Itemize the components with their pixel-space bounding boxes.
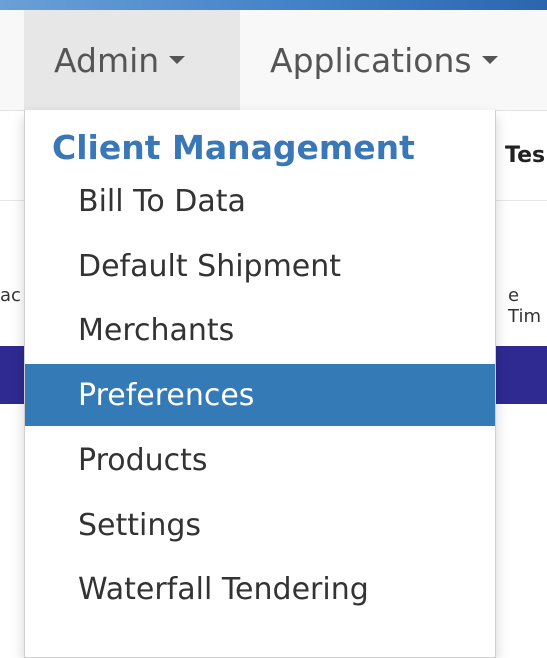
background-text-fragment-right: e Tim	[508, 285, 541, 327]
nav-applications-label: Applications	[270, 40, 472, 80]
background-text-fragment-left: ac	[0, 285, 21, 306]
menu-item-label: Waterfall Tendering	[78, 571, 369, 607]
nav-admin-menu[interactable]: Admin	[24, 10, 240, 110]
menu-item-bill-to-data[interactable]: Bill To Data	[25, 170, 495, 232]
top-navbar: Admin Applications	[0, 10, 547, 111]
menu-item-waterfall-tendering[interactable]: Waterfall Tendering	[25, 558, 495, 620]
menu-item-label: Settings	[78, 507, 202, 543]
caret-down-icon	[481, 56, 498, 64]
nav-applications-menu[interactable]: Applications	[270, 10, 508, 110]
top-accent-bar	[0, 0, 547, 10]
menu-item-label: Merchants	[78, 312, 235, 348]
menu-item-label: Default Shipment	[78, 248, 342, 284]
menu-item-label: Preferences	[78, 377, 255, 413]
menu-item-products[interactable]: Products	[25, 429, 495, 491]
background-tab-fragment: Tes	[505, 143, 546, 168]
menu-item-label: Bill To Data	[78, 183, 246, 219]
menu-item-preferences[interactable]: Preferences	[25, 364, 495, 426]
dropdown-section-header: Client Management	[52, 128, 415, 167]
menu-item-label: Products	[78, 442, 208, 478]
nav-admin-label: Admin	[54, 40, 160, 80]
caret-down-icon	[169, 56, 186, 64]
admin-dropdown-menu: Client Management Bill To Data Default S…	[24, 110, 496, 658]
menu-item-settings[interactable]: Settings	[25, 494, 495, 556]
menu-item-merchants[interactable]: Merchants	[25, 299, 495, 361]
menu-item-default-shipment[interactable]: Default Shipment	[25, 235, 495, 297]
